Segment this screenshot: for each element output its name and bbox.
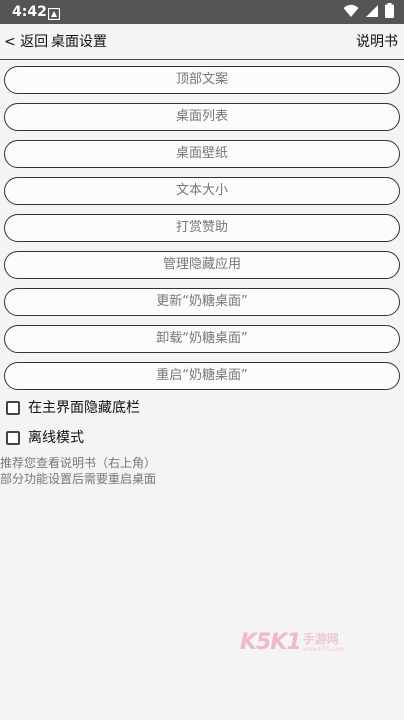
text-size-button[interactable]: 文本大小 [4, 177, 400, 205]
page-title: 桌面设置 [51, 34, 107, 50]
offline-mode-checkbox[interactable] [6, 431, 20, 445]
settings-menu: 顶部文案 桌面列表 桌面壁纸 文本大小 打赏赞助 管理隐藏应用 更新“奶糖桌面”… [4, 66, 400, 399]
battery-icon [385, 2, 394, 22]
desktop-list-button[interactable]: 桌面列表 [4, 103, 400, 131]
manual-button[interactable]: 说明书 [356, 32, 398, 52]
restart-app-button[interactable]: 重启“奶糖桌面” [4, 362, 400, 390]
top-text-button[interactable]: 顶部文案 [4, 66, 400, 94]
uninstall-app-button[interactable]: 卸载“奶糖桌面” [4, 325, 400, 353]
app-bar: < 返回 桌面设置 说明书 [0, 24, 404, 60]
watermark: K5K1 手游网 www.k51.com [240, 630, 345, 655]
notification-icon [47, 5, 61, 21]
note-line-1: 推荐您查看说明书（右上角） [0, 456, 157, 470]
signal-icon [365, 3, 379, 22]
donate-button[interactable]: 打赏赞助 [4, 214, 400, 242]
manage-hidden-apps-button[interactable]: 管理隐藏应用 [4, 251, 400, 279]
status-time: 4:42 [12, 4, 47, 20]
back-button[interactable]: < 返回 [4, 32, 48, 52]
hide-bottom-bar-checkbox[interactable] [6, 401, 20, 415]
wallpaper-button[interactable]: 桌面壁纸 [4, 140, 400, 168]
watermark-text: 手游网 [302, 632, 339, 646]
note-line-2: 部分功能设置后需要重启桌面 [0, 472, 157, 486]
hide-bottom-bar-option[interactable]: 在主界面隐藏底栏 [6, 398, 140, 418]
hide-bottom-bar-label: 在主界面隐藏底栏 [28, 400, 140, 416]
offline-mode-option[interactable]: 离线模式 [6, 428, 84, 448]
offline-mode-label: 离线模式 [28, 430, 84, 446]
update-app-button[interactable]: 更新“奶糖桌面” [4, 288, 400, 316]
status-bar: 4:42 [0, 0, 404, 24]
status-icons [343, 2, 394, 22]
notes: 推荐您查看说明书（右上角） 部分功能设置后需要重启桌面 [0, 455, 156, 487]
wifi-icon [343, 3, 359, 22]
watermark-url: www.k51.com [302, 646, 345, 653]
watermark-logo: K5K1 [240, 630, 302, 655]
